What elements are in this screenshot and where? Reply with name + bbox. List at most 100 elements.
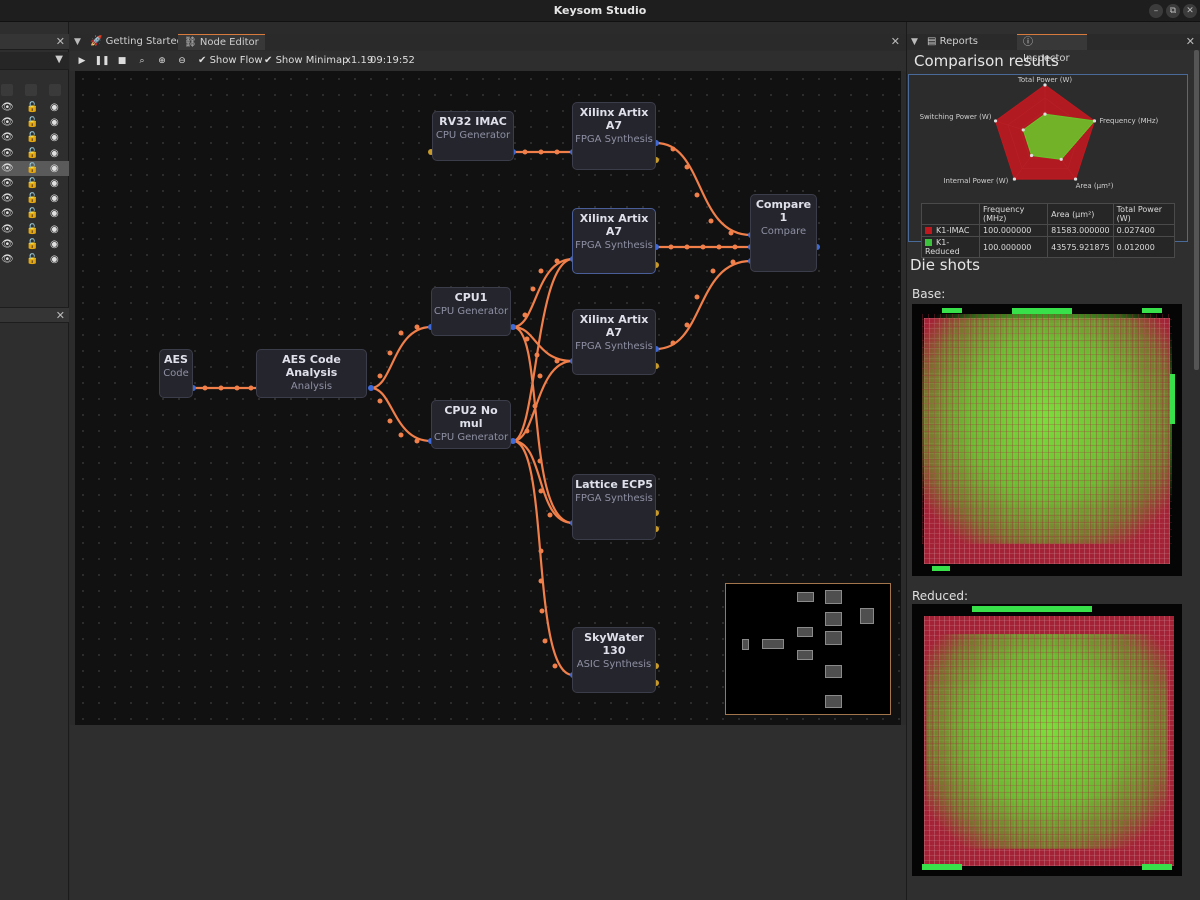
column-header[interactable] — [49, 84, 61, 96]
node-title: Compare 1 — [755, 198, 812, 224]
eye-icon[interactable]: 👁 — [1, 131, 14, 144]
tab-reports[interactable]: ▤ Reports — [921, 34, 984, 50]
node-title: Xilinx Artix A7 — [579, 313, 649, 339]
close-icon[interactable]: ✕ — [56, 309, 65, 322]
unlock-icon[interactable]: 🔓 — [26, 253, 38, 266]
rocket-icon: 🚀 — [90, 36, 103, 47]
minimap[interactable] — [725, 583, 891, 715]
node-canvas[interactable]: AES Code AES Code Analysis Analysis RV32… — [75, 71, 901, 725]
power-cell: 0.012000 — [1112, 236, 1176, 258]
tab-menu-icon[interactable]: ▼ — [911, 34, 918, 50]
zoom-fit-icon[interactable]: ⌕ — [134, 53, 150, 69]
report-icon: ▤ — [927, 36, 937, 47]
minimize-button[interactable]: – — [1149, 4, 1163, 18]
node-xilinx-artix-a7-3[interactable]: Xilinx Artix A7 FPGA Synthesis — [572, 309, 656, 375]
eye-icon[interactable]: 👁 — [1, 253, 14, 266]
unlock-icon[interactable]: 🔓 — [26, 116, 38, 129]
node-cpu1[interactable]: CPU1 CPU Generator — [431, 287, 511, 336]
layer-row[interactable]: 👁 🔓 ◉ — [0, 191, 69, 206]
radar-point — [1059, 157, 1063, 161]
area-cell: 81583.000000 — [1047, 224, 1114, 237]
visibility-toggle-icon[interactable]: ◉ — [50, 207, 59, 220]
layer-row[interactable]: 👁 🔓 ◉ — [0, 100, 69, 115]
tab-node-editor[interactable]: ⛓ Node Editor — [178, 34, 265, 50]
show-minimap-checkbox[interactable]: ✔ Show Minimap — [264, 53, 348, 69]
node-aes-code-analysis[interactable]: AES Code Analysis Analysis — [256, 349, 367, 398]
zoom-out-icon[interactable]: ⊖ — [174, 53, 190, 69]
node-skywater-130[interactable]: SkyWater 130 ASIC Synthesis — [572, 627, 656, 693]
node-lattice-ecp5[interactable]: Lattice ECP5 FPGA Synthesis — [572, 474, 656, 540]
visibility-toggle-icon[interactable]: ◉ — [50, 131, 59, 144]
color-swatch — [925, 239, 932, 246]
freq-cell: 100.000000 — [979, 236, 1049, 258]
node-xilinx-artix-a7-2[interactable]: Xilinx Artix A7 FPGA Synthesis — [572, 208, 656, 274]
visibility-toggle-icon[interactable]: ◉ — [50, 147, 59, 160]
unlock-icon[interactable]: 🔓 — [26, 101, 38, 114]
left-panel-filter-bar: ▼ — [0, 52, 69, 70]
node-xilinx-artix-a7-1[interactable]: Xilinx Artix A7 FPGA Synthesis — [572, 102, 656, 170]
layer-row[interactable]: 👁 🔓 ◉ — [0, 160, 69, 176]
table-row[interactable]: K1-IMAC 100.000000 81583.000000 0.027400 — [920, 224, 1176, 237]
node-cpu2-no-mul[interactable]: CPU2 No mul CPU Generator — [431, 400, 511, 449]
play-button[interactable]: ▶ — [74, 53, 90, 69]
visibility-toggle-icon[interactable]: ◉ — [50, 192, 59, 205]
eye-icon[interactable]: 👁 — [1, 162, 14, 175]
unlock-icon[interactable]: 🔓 — [26, 238, 38, 251]
eye-icon[interactable]: 👁 — [1, 192, 14, 205]
layer-row[interactable]: 👁 🔓 ◉ — [0, 115, 69, 130]
minimap-node — [797, 627, 813, 637]
column-header[interactable] — [25, 84, 37, 96]
visibility-toggle-icon[interactable]: ◉ — [50, 223, 59, 236]
filter-icon[interactable]: ▼ — [55, 54, 63, 65]
node-compare-1[interactable]: Compare 1 Compare — [750, 194, 817, 272]
visibility-toggle-icon[interactable]: ◉ — [50, 238, 59, 251]
eye-icon[interactable]: 👁 — [1, 207, 14, 220]
visibility-toggle-icon[interactable]: ◉ — [50, 253, 59, 266]
visibility-toggle-icon[interactable]: ◉ — [50, 116, 59, 129]
eye-icon[interactable]: 👁 — [1, 147, 14, 160]
layer-row[interactable]: 👁 🔓 ◉ — [0, 130, 69, 145]
layer-row[interactable]: 👁 🔓 ◉ — [0, 206, 69, 221]
table-header: Total Power (W) — [1112, 203, 1176, 225]
close-icon[interactable]: ✕ — [1186, 34, 1195, 50]
close-icon[interactable]: ✕ — [891, 34, 900, 50]
unlock-icon[interactable]: 🔓 — [26, 207, 38, 220]
layer-row[interactable]: 👁 🔓 ◉ — [0, 222, 69, 237]
show-flow-checkbox[interactable]: ✔ Show Flow — [198, 53, 263, 69]
stop-button[interactable]: ■ — [114, 53, 130, 69]
column-header[interactable] — [1, 84, 13, 96]
tab-label: Node Editor — [199, 37, 259, 48]
unlock-icon[interactable]: 🔓 — [26, 147, 38, 160]
eye-icon[interactable]: 👁 — [1, 223, 14, 236]
layer-row[interactable]: 👁 🔓 ◉ — [0, 146, 69, 161]
pause-button[interactable]: ❚❚ — [94, 53, 110, 69]
right-panel-scrollbar[interactable] — [1194, 50, 1199, 370]
restore-button[interactable]: ⧉ — [1166, 4, 1180, 18]
unlock-icon[interactable]: 🔓 — [26, 162, 38, 175]
visibility-toggle-icon[interactable]: ◉ — [50, 177, 59, 190]
eye-icon[interactable]: 👁 — [1, 177, 14, 190]
node-rv32-imac[interactable]: RV32 IMAC CPU Generator — [432, 111, 514, 161]
eye-icon[interactable]: 👁 — [1, 116, 14, 129]
visibility-toggle-icon[interactable]: ◉ — [50, 162, 59, 175]
visibility-toggle-icon[interactable]: ◉ — [50, 101, 59, 114]
close-icon[interactable]: ✕ — [56, 35, 65, 48]
tab-menu-icon[interactable]: ▼ — [74, 34, 81, 50]
eye-icon[interactable]: 👁 — [1, 238, 14, 251]
eye-icon[interactable]: 👁 — [1, 101, 14, 114]
layer-row[interactable]: 👁 🔓 ◉ — [0, 252, 69, 267]
clock-time: 09:19:52 — [370, 55, 415, 66]
node-aes[interactable]: AES Code — [159, 349, 193, 398]
zoom-in-icon[interactable]: ⊕ — [154, 53, 170, 69]
close-window-button[interactable]: ✕ — [1183, 4, 1197, 18]
layer-row[interactable]: 👁 🔓 ◉ — [0, 176, 69, 191]
unlock-icon[interactable]: 🔓 — [26, 177, 38, 190]
layer-row[interactable]: 👁 🔓 ◉ — [0, 237, 69, 252]
unlock-icon[interactable]: 🔓 — [26, 131, 38, 144]
radar-chart: Total Power (W) Frequency (MHz) Area (µm²)… — [920, 76, 1159, 190]
tab-inspector[interactable]: ⓘ Inspector — [1017, 34, 1087, 64]
unlock-icon[interactable]: 🔓 — [26, 192, 38, 205]
tab-getting-started[interactable]: 🚀 Getting Started — [84, 34, 189, 50]
table-row[interactable]: K1-Reduced 100.000000 43575.921875 0.012… — [920, 236, 1176, 258]
unlock-icon[interactable]: 🔓 — [26, 223, 38, 236]
